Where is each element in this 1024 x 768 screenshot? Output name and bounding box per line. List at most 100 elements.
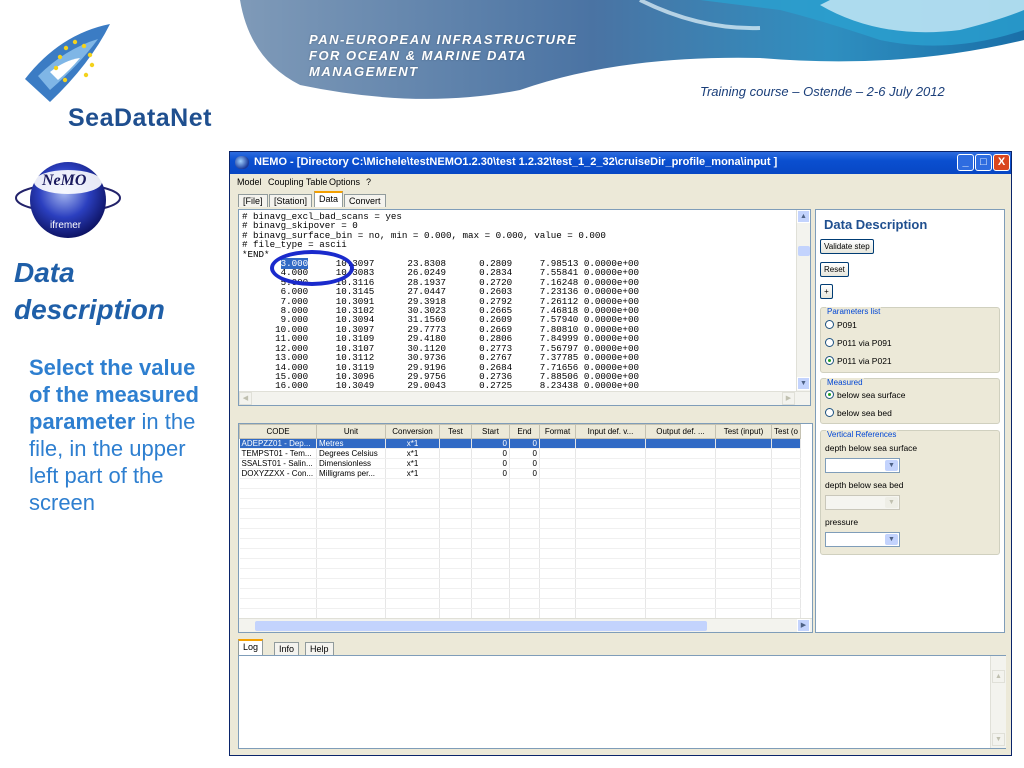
radio-icon[interactable] bbox=[825, 320, 834, 330]
column-header[interactable]: Input def. v... bbox=[575, 424, 646, 439]
table-cell[interactable]: DOXYZZXX - Con... bbox=[239, 468, 317, 479]
data-file-line[interactable]: # file_type = ascii bbox=[242, 240, 810, 250]
column-header[interactable]: Output def. ... bbox=[645, 424, 716, 439]
menu-options[interactable]: Options bbox=[329, 177, 360, 187]
tab-file[interactable]: [File] bbox=[238, 194, 268, 207]
log-output[interactable]: ▲ ▼ bbox=[238, 655, 1006, 749]
radio-p011-via-p021[interactable]: P011 via P021 bbox=[825, 356, 892, 366]
close-button[interactable]: X bbox=[993, 154, 1010, 171]
scroll-left-icon[interactable]: ◀ bbox=[239, 392, 252, 405]
radio-selected-icon[interactable] bbox=[825, 390, 834, 400]
table-cell[interactable] bbox=[539, 468, 576, 479]
table-cell[interactable]: TEMPST01 - Tem... bbox=[239, 448, 317, 459]
window-titlebar[interactable]: NEMO - [Directory C:\Michele\testNEMO1.2… bbox=[230, 152, 1011, 174]
column-header[interactable]: Test bbox=[439, 424, 472, 439]
tab-data[interactable]: Data bbox=[314, 191, 344, 207]
minimize-button[interactable]: _ bbox=[957, 154, 974, 171]
table-cell[interactable] bbox=[645, 468, 716, 479]
table-cell[interactable]: x*1 bbox=[385, 448, 440, 459]
scroll-thumb[interactable] bbox=[798, 246, 810, 256]
scroll-right-icon[interactable]: ▶ bbox=[782, 392, 795, 405]
column-header[interactable]: Test (o bbox=[770, 424, 802, 439]
table-cell[interactable] bbox=[439, 448, 472, 459]
table-cell[interactable]: x*1 bbox=[385, 468, 440, 479]
table-cell[interactable] bbox=[645, 458, 716, 469]
table-row[interactable]: ADEPZZ01 - Dep... Metres x*1 0 0 bbox=[239, 438, 802, 449]
chevron-down-icon[interactable]: ▼ bbox=[885, 534, 898, 545]
validate-step-button[interactable]: Validate step bbox=[820, 239, 874, 254]
tab-log[interactable]: Log bbox=[238, 639, 264, 655]
table-cell[interactable] bbox=[715, 448, 772, 459]
table-cell[interactable]: 0 bbox=[471, 438, 510, 449]
column-header[interactable]: Test (input) bbox=[715, 424, 772, 439]
table-row[interactable]: DOXYZZXX - Con... Milligrams per... x*1 0 0 bbox=[239, 468, 802, 479]
table-cell[interactable]: Metres bbox=[316, 438, 386, 449]
menu-coupling-table[interactable]: Coupling Table bbox=[268, 177, 327, 187]
reset-button[interactable]: Reset bbox=[820, 262, 849, 277]
radio-selected-icon[interactable] bbox=[825, 356, 834, 366]
table-cell[interactable]: 0 bbox=[509, 438, 540, 449]
table-cell[interactable] bbox=[439, 458, 472, 469]
table-row[interactable]: SSALST01 - Salin... Dimensionless x*1 0 0 bbox=[239, 458, 802, 469]
add-button[interactable]: + bbox=[820, 284, 833, 299]
log-vertical-scrollbar[interactable]: ▲ ▼ bbox=[990, 656, 1006, 748]
column-header[interactable]: Unit bbox=[316, 424, 386, 439]
column-header[interactable]: Format bbox=[539, 424, 576, 439]
tab-convert[interactable]: Convert bbox=[344, 194, 386, 207]
radio-p011-via-p091[interactable]: P011 via P091 bbox=[825, 338, 892, 348]
log-scroll-down-icon[interactable]: ▼ bbox=[992, 733, 1005, 746]
table-cell[interactable]: SSALST01 - Salin... bbox=[239, 458, 317, 469]
table-cell[interactable] bbox=[439, 438, 472, 449]
table-scroll-thumb[interactable] bbox=[255, 621, 707, 631]
radio-below-sea-surface[interactable]: below sea surface bbox=[825, 390, 906, 400]
table-cell[interactable] bbox=[771, 458, 802, 469]
radio-below-sea-bed[interactable]: below sea bed bbox=[825, 408, 892, 418]
table-cell[interactable] bbox=[715, 438, 772, 449]
tab-info[interactable]: Info bbox=[274, 642, 300, 655]
chevron-down-icon[interactable]: ▼ bbox=[885, 460, 898, 471]
table-cell[interactable]: Dimensionless bbox=[316, 458, 386, 469]
table-cell[interactable]: 0 bbox=[471, 468, 510, 479]
chevron-down-icon[interactable]: ▼ bbox=[885, 497, 898, 508]
table-cell[interactable]: 0 bbox=[509, 458, 540, 469]
table-row[interactable]: TEMPST01 - Tem... Degrees Celsius x*1 0 0 bbox=[239, 448, 802, 459]
table-cell[interactable]: 0 bbox=[509, 468, 540, 479]
table-cell[interactable]: x*1 bbox=[385, 438, 440, 449]
file-horizontal-scrollbar[interactable]: ◀ ▶ bbox=[239, 391, 810, 405]
table-cell[interactable]: 0 bbox=[471, 458, 510, 469]
data-file-text[interactable]: # binavg_excl_bad_scans = yes # binavg_sk… bbox=[239, 210, 810, 391]
tab-station[interactable]: [Station] bbox=[269, 194, 313, 207]
table-cell[interactable] bbox=[539, 448, 576, 459]
menu-help[interactable]: ? bbox=[366, 177, 371, 187]
table-cell[interactable] bbox=[771, 448, 802, 459]
radio-icon[interactable] bbox=[825, 338, 834, 348]
pressure-select[interactable]: ▼ bbox=[825, 532, 900, 547]
column-header[interactable]: End bbox=[509, 424, 540, 439]
table-cell[interactable]: Degrees Celsius bbox=[316, 448, 386, 459]
scroll-up-icon[interactable]: ▲ bbox=[797, 210, 810, 223]
column-header[interactable]: Conversion bbox=[385, 424, 440, 439]
radio-p091[interactable]: P091 bbox=[825, 320, 857, 330]
column-header[interactable]: CODE bbox=[239, 424, 317, 439]
scroll-down-icon[interactable]: ▼ bbox=[797, 377, 810, 390]
data-file-line[interactable]: 16.000 10.3049 29.0043 0.2725 8.23438 0.… bbox=[242, 381, 810, 391]
table-cell[interactable]: ADEPZZ01 - Dep... bbox=[239, 438, 317, 449]
table-cell[interactable] bbox=[539, 458, 576, 469]
table-cell[interactable]: 0 bbox=[509, 448, 540, 459]
table-cell[interactable]: x*1 bbox=[385, 458, 440, 469]
table-cell[interactable] bbox=[539, 438, 576, 449]
table-cell[interactable]: 0 bbox=[471, 448, 510, 459]
table-cell[interactable]: Milligrams per... bbox=[316, 468, 386, 479]
menu-model[interactable]: Model bbox=[237, 177, 262, 187]
table-cell[interactable] bbox=[771, 438, 802, 449]
table-cell[interactable] bbox=[575, 468, 646, 479]
column-header[interactable]: Start bbox=[471, 424, 510, 439]
table-cell[interactable] bbox=[771, 468, 802, 479]
table-cell[interactable] bbox=[439, 468, 472, 479]
maximize-button[interactable]: □ bbox=[975, 154, 992, 171]
table-cell[interactable] bbox=[575, 438, 646, 449]
table-cell[interactable] bbox=[715, 468, 772, 479]
depth-below-sea-surface-select[interactable]: ▼ bbox=[825, 458, 900, 473]
radio-icon[interactable] bbox=[825, 408, 834, 418]
tab-help[interactable]: Help bbox=[305, 642, 334, 655]
